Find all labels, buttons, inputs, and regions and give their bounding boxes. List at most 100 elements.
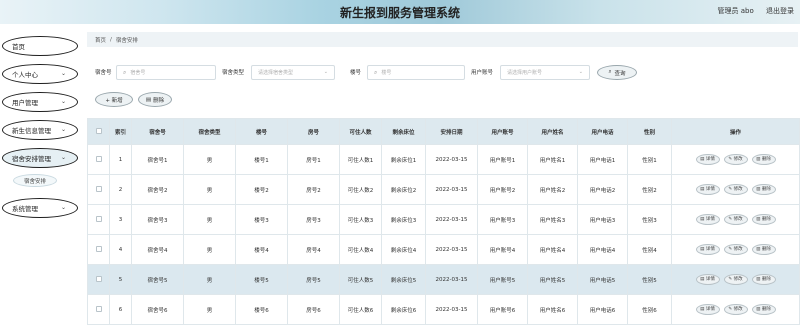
user-label: 管理员 abo: [717, 7, 754, 15]
delete-label: 删除: [761, 157, 771, 162]
main-content: 首页 / 宿舍安排 宿舍号 ⌕ 宿舍号 宿舍类型 请选择宿舍类型 ⌄ 楼号 ⌕ …: [83, 28, 800, 325]
sidebar-subitem-dorm-arrangement[interactable]: 宿舍安排: [13, 174, 57, 187]
delete-button[interactable]: ▥ 删除: [751, 304, 776, 315]
detail-button[interactable]: ▤ 详情: [695, 184, 720, 195]
table-row: 2 宿舍号2 男楼号2 房号2 可住人数2 剩余床位2 2022-03-15 用户账号2 用户姓…: [87, 174, 800, 205]
detail-button[interactable]: ▤ 详情: [695, 244, 720, 255]
edit-button[interactable]: ✎ 修改: [723, 214, 748, 225]
row-checkbox[interactable]: [95, 275, 102, 282]
table-cell: 用户账号3: [477, 204, 528, 235]
column-header: 索引: [109, 118, 132, 145]
table-cell: 用户姓名5: [527, 264, 578, 295]
edit-button[interactable]: ✎ 修改: [723, 304, 748, 315]
column-header: 可住人数: [339, 118, 382, 145]
table-row: 5 宿舍号5 男楼号5 房号5 可住人数5 剩余床位5 2022-03-15 用户账号5 用户姓…: [87, 264, 800, 295]
dorm-no-placeholder: 宿舍号: [130, 70, 146, 76]
table-cell: 用户账号5: [477, 264, 528, 295]
detail-button[interactable]: ▤ 详情: [695, 274, 720, 285]
table-cell: 可住人数3: [339, 204, 382, 235]
delete-button[interactable]: ▥ 删除: [751, 274, 776, 285]
table-cell: 房号2: [287, 174, 340, 205]
table-cell: 2022-03-15: [425, 264, 478, 295]
table-cell: 可住人数1: [339, 144, 382, 175]
dorm-type-select[interactable]: 请选择宿舍类型 ⌄: [251, 65, 335, 80]
row-select-cell: [87, 174, 110, 205]
table-cell: 宿舍号1: [131, 144, 184, 175]
table-cell: 男: [183, 144, 236, 175]
sidebar-item-student-info[interactable]: 新生信息管理 ⌄: [2, 120, 78, 140]
row-checkbox[interactable]: [95, 185, 102, 192]
delete-button[interactable]: ▥ 删除: [751, 154, 776, 165]
row-checkbox[interactable]: [95, 245, 102, 252]
chevron-down-icon: ⌄: [323, 69, 328, 75]
delete-button[interactable]: ▥ 删除: [751, 184, 776, 195]
account-select[interactable]: 请选择用户账号 ⌄: [500, 65, 590, 80]
table-cell: 房号4: [287, 234, 340, 265]
add-button[interactable]: + 新增: [95, 92, 133, 107]
table-cell: 2022-03-15: [425, 204, 478, 235]
chevron-down-icon: ⌄: [60, 204, 66, 211]
row-actions: ▤ 详情 ✎ 修改 ▥ 删除: [671, 264, 800, 295]
table-cell: 4: [109, 234, 132, 265]
table-header-row: 索引 宿舍号 宿舍类型 楼号 房号 可住人数 剩余床位 安排日期 用户账号 用户…: [87, 118, 800, 145]
table-cell: 性别6: [627, 294, 672, 325]
table-cell: 楼号6: [235, 294, 288, 325]
select-all-header[interactable]: [87, 118, 110, 145]
edit-label: 修改: [733, 157, 743, 162]
edit-button[interactable]: ✎ 修改: [723, 154, 748, 165]
table-cell: 6: [109, 294, 132, 325]
delete-button[interactable]: ▥ 删除: [751, 244, 776, 255]
table-row: 3 宿舍号3 男楼号3 房号3 可住人数3 剩余床位3 2022-03-15 用户账号3 用户姓…: [87, 204, 800, 235]
sidebar-item-home[interactable]: 首页: [2, 36, 78, 56]
chevron-down-icon: ⌄: [60, 154, 66, 161]
sidebar-item-dorm-arrangement[interactable]: 宿舍安排管理 ⌄: [2, 148, 78, 168]
logout-link[interactable]: 退出登录: [766, 7, 794, 15]
table-cell: 5: [109, 264, 132, 295]
building-input[interactable]: ⌕ 楼号: [367, 65, 465, 80]
select-all-checkbox[interactable]: [95, 127, 102, 134]
dorm-type-label: 宿舍类型: [222, 70, 245, 76]
row-checkbox[interactable]: [95, 215, 102, 222]
delete-label: 删除: [761, 217, 771, 222]
table-cell: 用户电话3: [577, 204, 628, 235]
row-checkbox[interactable]: [95, 305, 102, 312]
delete-selected-button[interactable]: ▤ 删除: [138, 92, 172, 107]
table-cell: 用户电话6: [577, 294, 628, 325]
breadcrumb-separator: /: [110, 36, 112, 43]
table-cell: 3: [109, 204, 132, 235]
sidebar-item-personal-center[interactable]: 个人中心 ⌄: [2, 64, 78, 84]
breadcrumb-home[interactable]: 首页: [95, 36, 106, 44]
sidebar-item-system-management[interactable]: 系统管理 ⌄: [2, 198, 78, 218]
query-button[interactable]: ⌕ 查询: [597, 65, 637, 80]
detail-button[interactable]: ▤ 详情: [695, 154, 720, 165]
delete-label: 删除: [761, 277, 771, 282]
dorm-no-input[interactable]: ⌕ 宿舍号: [116, 65, 216, 80]
row-checkbox[interactable]: [95, 155, 102, 162]
building-placeholder: 楼号: [381, 70, 392, 76]
delete-button[interactable]: ▥ 删除: [751, 214, 776, 225]
table-cell: 房号6: [287, 294, 340, 325]
edit-label: 修改: [733, 217, 743, 222]
table-cell: 剩余床位5: [381, 264, 426, 295]
table-cell: 剩余床位2: [381, 174, 426, 205]
edit-label: 修改: [733, 307, 743, 312]
detail-button[interactable]: ▤ 详情: [695, 214, 720, 225]
sidebar-item-label: 系统管理: [12, 205, 38, 213]
table-cell: 男: [183, 234, 236, 265]
table-cell: 用户账号6: [477, 294, 528, 325]
table-cell: 宿舍号5: [131, 264, 184, 295]
table-cell: 用户姓名3: [527, 204, 578, 235]
edit-button[interactable]: ✎ 修改: [723, 274, 748, 285]
search-icon: ⌕: [374, 68, 378, 76]
detail-button[interactable]: ▤ 详情: [695, 304, 720, 315]
table-cell: 性别1: [627, 144, 672, 175]
table-cell: 男: [183, 204, 236, 235]
sidebar-item-user-management[interactable]: 用户管理 ⌄: [2, 92, 78, 112]
table-row: 4 宿舍号4 男楼号4 房号4 可住人数4 剩余床位4 2022-03-15 用户账号4 用户姓…: [87, 234, 800, 265]
edit-button[interactable]: ✎ 修改: [723, 184, 748, 195]
edit-button[interactable]: ✎ 修改: [723, 244, 748, 255]
table-cell: 可住人数4: [339, 234, 382, 265]
table-cell: 房号1: [287, 144, 340, 175]
column-header: 操作: [671, 118, 800, 145]
table-cell: 性别5: [627, 264, 672, 295]
